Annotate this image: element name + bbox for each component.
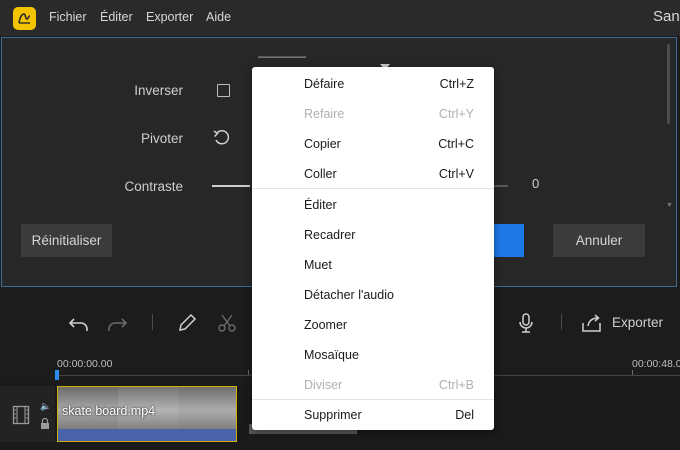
contrast-label: Contraste: [124, 179, 183, 194]
menu-item-refaire[interactable]: Refaire Ctrl+Y: [252, 99, 494, 129]
scissors-icon[interactable]: [217, 313, 237, 333]
clip-thumbnail: [178, 387, 236, 429]
app-logo-icon[interactable]: [13, 7, 36, 30]
contrast-slider[interactable]: [212, 185, 250, 187]
menu-item-recadrer[interactable]: Recadrer: [252, 220, 494, 250]
menu-item-shortcut: Ctrl+B: [438, 378, 474, 392]
cancel-button[interactable]: Annuler: [553, 224, 645, 257]
ruler-start-time: 00:00:00.00: [57, 358, 113, 370]
clip-name: skate board.mp4: [62, 404, 156, 418]
menu-item-shortcut: Del: [455, 408, 474, 422]
panel-scrollbar[interactable]: [667, 44, 670, 124]
toolbar-divider: [152, 314, 153, 330]
scroll-down-icon[interactable]: ▼: [666, 202, 673, 209]
window-title: San: [653, 8, 680, 25]
menu-fichier[interactable]: Fichier: [49, 10, 87, 24]
export-button[interactable]: Exporter: [612, 315, 663, 330]
volume-icon[interactable]: 🔈: [40, 401, 51, 412]
menu-item-zoomer[interactable]: Zoomer: [252, 310, 494, 340]
lock-icon[interactable]: [40, 418, 50, 429]
menu-separator: [252, 188, 494, 189]
playhead[interactable]: [55, 370, 59, 380]
menu-item-muet[interactable]: Muet: [252, 250, 494, 280]
invert-label: Inverser: [134, 83, 183, 98]
menu-item-label: Détacher l'audio: [304, 288, 394, 302]
menu-item-shortcut: Ctrl+Z: [439, 77, 474, 91]
ruler-tick: [632, 370, 633, 375]
menu-item-label: Copier: [304, 137, 341, 151]
menu-item-label: Mosaïque: [304, 348, 359, 362]
menu-item-supprimer[interactable]: Supprimer Del: [252, 400, 494, 430]
ok-button[interactable]: [494, 224, 524, 257]
toolbar-divider: [561, 314, 562, 330]
pencil-icon[interactable]: [177, 313, 197, 333]
menu-item-detacher-audio[interactable]: Détacher l'audio: [252, 280, 494, 310]
menu-exporter[interactable]: Exporter: [146, 10, 193, 24]
menu-item-label: Coller: [304, 167, 337, 181]
rotate-icon[interactable]: [212, 128, 232, 148]
video-clip[interactable]: skate board.mp4: [57, 386, 237, 442]
menu-item-shortcut: Ctrl+Y: [438, 107, 474, 121]
menu-item-label: Diviser: [304, 378, 343, 392]
dropdown-select[interactable]: ————: [258, 56, 318, 62]
menu-item-editer[interactable]: Éditer: [252, 190, 494, 220]
menu-item-label: Défaire: [304, 77, 345, 91]
context-menu: Défaire Ctrl+Z Refaire Ctrl+Y Copier Ctr…: [252, 67, 494, 430]
menu-item-label: Éditer: [304, 198, 337, 212]
undo-icon[interactable]: [68, 313, 90, 333]
menu-item-defaire[interactable]: Défaire Ctrl+Z: [252, 69, 494, 99]
film-icon: [12, 405, 30, 425]
menu-item-coller[interactable]: Coller Ctrl+V: [252, 159, 494, 189]
invert-checkbox[interactable]: [217, 84, 230, 97]
contrast-value: 0: [532, 176, 540, 191]
redo-icon[interactable]: [106, 313, 128, 333]
reset-button[interactable]: Réinitialiser: [21, 224, 112, 257]
menu-item-shortcut: Ctrl+V: [438, 167, 474, 181]
contrast-slider-track[interactable]: [494, 185, 508, 187]
export-icon[interactable]: [581, 313, 603, 333]
menu-item-copier[interactable]: Copier Ctrl+C: [252, 129, 494, 159]
menu-bar: Fichier Éditer Exporter Aide San: [0, 0, 680, 36]
menu-item-label: Supprimer: [304, 408, 362, 422]
microphone-icon[interactable]: [516, 313, 536, 335]
menu-aide[interactable]: Aide: [206, 10, 231, 24]
menu-item-label: Recadrer: [304, 228, 356, 242]
menu-item-shortcut: Ctrl+C: [438, 137, 474, 151]
ruler-tick: [248, 370, 249, 375]
menu-item-label: Refaire: [304, 107, 345, 121]
audio-waveform: [58, 429, 236, 441]
ruler-end-time: 00:00:48.0: [632, 358, 680, 370]
menu-item-label: Muet: [304, 258, 332, 272]
menu-item-label: Zoomer: [304, 318, 348, 332]
menu-item-diviser[interactable]: Diviser Ctrl+B: [252, 370, 494, 400]
menu-item-mosaique[interactable]: Mosaïque: [252, 340, 494, 370]
menu-editer[interactable]: Éditer: [100, 10, 133, 24]
rotate-label: Pivoter: [140, 131, 183, 146]
